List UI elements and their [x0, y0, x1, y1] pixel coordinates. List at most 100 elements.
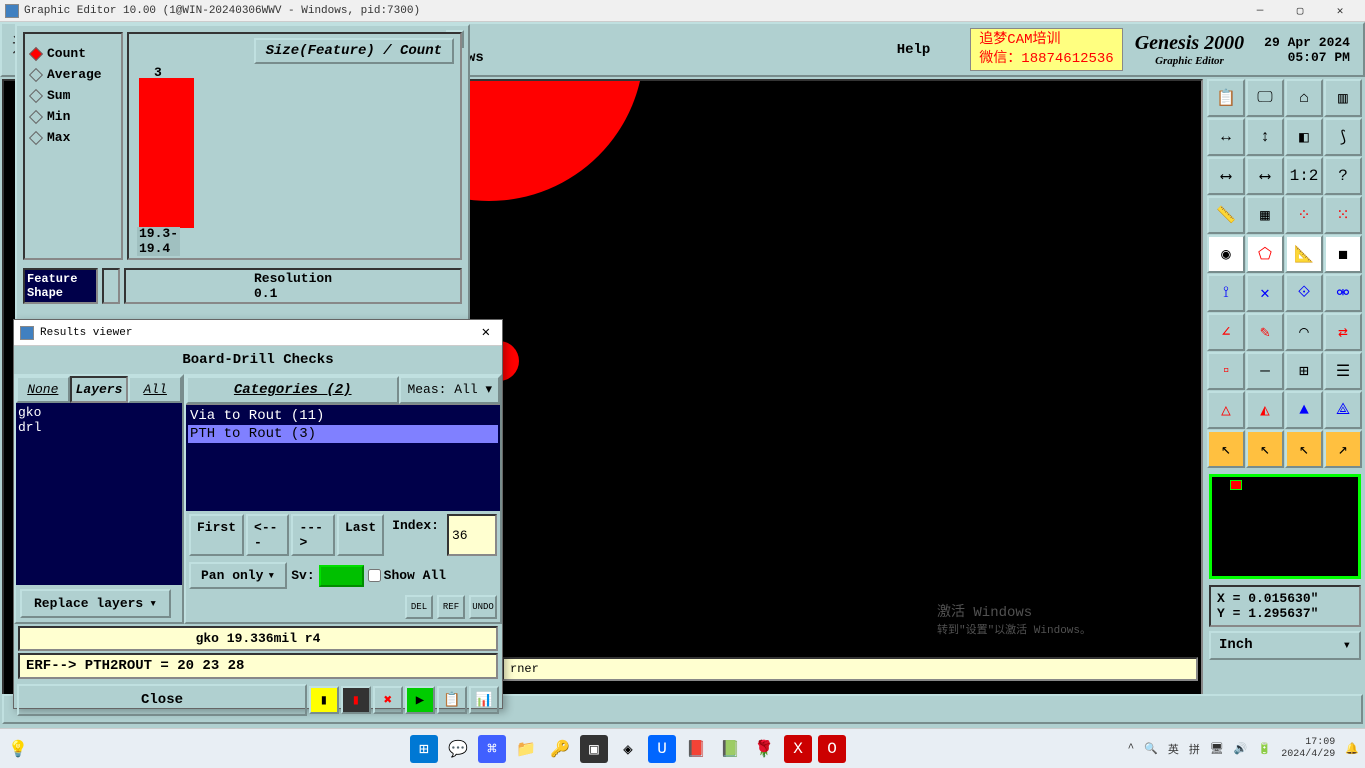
ref-button[interactable]: REF [437, 595, 465, 619]
taskbar-flower-icon[interactable]: 🌹 [750, 735, 778, 763]
menu-help[interactable]: Help [897, 42, 931, 58]
tool-home-icon[interactable]: ⌂ [1285, 79, 1323, 117]
radio-average[interactable]: Average [31, 67, 115, 82]
sv-toggle[interactable] [319, 565, 364, 587]
tool-dots2-icon[interactable]: ⁙ [1324, 196, 1362, 234]
system-tray[interactable]: ^ 🔍 英 拼 🖥 🔊 🔋 17:09 2024/4/29 🔔 [1128, 737, 1359, 761]
replace-layers-button[interactable]: Replace layers▾ [20, 589, 171, 618]
tool-angle-icon[interactable]: ∠ [1207, 313, 1245, 351]
feature-selector[interactable]: Feature Shape [23, 268, 98, 304]
taskbar-u-icon[interactable]: U [648, 735, 676, 763]
taskbar-terminal-icon[interactable]: ▣ [580, 735, 608, 763]
tool-arrow2-icon[interactable]: ↖ [1246, 430, 1284, 468]
tool-screen-icon[interactable]: 🖵 [1246, 79, 1284, 117]
taskbar-wechat-icon[interactable]: 💬 [444, 735, 472, 763]
results-close-x[interactable]: ✕ [476, 324, 496, 341]
tool-split-icon[interactable]: ⚮ [1324, 274, 1362, 312]
histogram-chart[interactable]: Size(Feature) / Count 3 19.3- 19.4 [127, 32, 462, 260]
tray-notification-icon[interactable]: 🔔 [1345, 742, 1359, 756]
tool-area-icon[interactable]: ◧ [1285, 118, 1323, 156]
pan-only-button[interactable]: Pan only▾ [189, 562, 287, 589]
tool-grid-icon[interactable]: ▦ [1246, 196, 1284, 234]
footer-icon-6[interactable]: 📊 [469, 686, 499, 714]
taskbar-clock[interactable]: 17:09 2024/4/29 [1281, 737, 1335, 761]
tool-ruler-icon[interactable]: 📐 [1285, 235, 1323, 273]
tool-height-icon[interactable]: ⟷ [1246, 157, 1284, 195]
unit-selector[interactable]: Inch▾ [1209, 631, 1361, 660]
maximize-button[interactable]: ▢ [1280, 1, 1320, 21]
taskbar-app1-icon[interactable]: ⌘ [478, 735, 506, 763]
tool-fit-v-icon[interactable]: ↕ [1246, 118, 1284, 156]
radio-max[interactable]: Max [31, 130, 115, 145]
tool-tri1-icon[interactable]: △ [1207, 391, 1245, 429]
start-hint-icon[interactable]: 💡 [6, 737, 30, 761]
tool-solid-icon[interactable]: ◼ [1324, 235, 1362, 273]
tool-fit-h-icon[interactable]: ↔ [1207, 118, 1245, 156]
category-list[interactable]: Via to Rout (11) PTH to Rout (3) [186, 405, 500, 511]
taskbar-excel-icon[interactable]: 📗 [716, 735, 744, 763]
minimap[interactable] [1209, 474, 1361, 579]
tool-question-icon[interactable]: ? [1324, 157, 1362, 195]
footer-icon-4[interactable]: ▶ [405, 686, 435, 714]
tool-s-icon[interactable]: ⟆ [1324, 118, 1362, 156]
tool-dots-icon[interactable]: ⁘ [1285, 196, 1323, 234]
tool-measure-icon[interactable]: 📏 [1207, 196, 1245, 234]
tool-tri2-icon[interactable]: ◭ [1246, 391, 1284, 429]
layers-button[interactable]: Layers [70, 376, 129, 403]
close-button[interactable]: Close [17, 684, 307, 716]
footer-icon-2[interactable]: ▮ [341, 686, 371, 714]
tool-link-icon[interactable]: ⟐ [1285, 274, 1323, 312]
tool-tri3-icon[interactable]: ▲ [1285, 391, 1323, 429]
taskbar-app2-icon[interactable]: ◈ [614, 735, 642, 763]
none-button[interactable]: None [16, 376, 70, 403]
del-button[interactable]: DEL [405, 595, 433, 619]
taskbar-explorer-icon[interactable]: 📁 [512, 735, 540, 763]
close-button[interactable]: ✕ [1320, 1, 1360, 21]
first-button[interactable]: First [189, 514, 244, 556]
tool-flip-icon[interactable]: ⇄ [1324, 313, 1362, 351]
footer-icon-3[interactable]: ✖ [373, 686, 403, 714]
tool-arrow3-icon[interactable]: ↖ [1285, 430, 1323, 468]
tool-1to2-icon[interactable]: 1:2 [1285, 157, 1323, 195]
taskbar-x-icon[interactable]: X [784, 735, 812, 763]
tool-connect-icon[interactable]: ⟟ [1207, 274, 1245, 312]
tool-layer-icon[interactable]: ☰ [1324, 352, 1362, 390]
taskbar-pdf-icon[interactable]: 📕 [682, 735, 710, 763]
categories-button[interactable]: Categories (2) [186, 376, 399, 404]
tool-line-icon[interactable]: — [1246, 352, 1284, 390]
windows-taskbar[interactable]: 💡 ⊞ 💬 ⌘ 📁 🔑 ▣ ◈ U 📕 📗 🌹 X O ^ 🔍 英 拼 🖥 🔊 … [0, 728, 1365, 768]
tool-arrow1-icon[interactable]: ↖ [1207, 430, 1245, 468]
footer-icon-1[interactable]: ▮ [309, 686, 339, 714]
tray-volume-icon[interactable]: 🔊 [1234, 742, 1248, 756]
tool-edit-icon[interactable]: ✎ [1246, 313, 1284, 351]
tool-x-icon[interactable]: ✕ [1246, 274, 1284, 312]
start-button[interactable]: ⊞ [410, 735, 438, 763]
tool-clipboard-icon[interactable]: 📋 [1207, 79, 1245, 117]
tool-circle-icon[interactable]: ◉ [1207, 235, 1245, 273]
tool-tri4-icon[interactable]: ⟁ [1324, 391, 1362, 429]
tray-display-icon[interactable]: 🖥 [1210, 742, 1224, 756]
results-titlebar[interactable]: Results viewer ✕ [14, 320, 502, 346]
tool-arc-icon[interactable]: ◠ [1285, 313, 1323, 351]
tool-square-icon[interactable]: ▫ [1207, 352, 1245, 390]
undo-button[interactable]: UNDO [469, 595, 497, 619]
tool-width-icon[interactable]: ⟷ [1207, 157, 1245, 195]
taskbar-o-icon[interactable]: O [818, 735, 846, 763]
show-all-checkbox[interactable]: Show All [368, 568, 446, 583]
tool-arrow4-icon[interactable]: ↗ [1324, 430, 1362, 468]
prev-button[interactable]: <--- [246, 514, 289, 556]
radio-min[interactable]: Min [31, 109, 115, 124]
radio-count[interactable]: Count [31, 46, 115, 61]
footer-icon-5[interactable]: 📋 [437, 686, 467, 714]
tool-poly-icon[interactable]: ⬠ [1246, 235, 1284, 273]
tool-columns-icon[interactable]: ▥ [1324, 79, 1362, 117]
radio-sum[interactable]: Sum [31, 88, 115, 103]
tray-battery-icon[interactable]: 🔋 [1258, 742, 1272, 756]
last-button[interactable]: Last [337, 514, 384, 556]
tool-snap-icon[interactable]: ⊞ [1285, 352, 1323, 390]
index-input[interactable] [447, 514, 497, 556]
minimize-button[interactable]: — [1240, 1, 1280, 21]
all-button[interactable]: All [128, 376, 182, 403]
taskbar-keys-icon[interactable]: 🔑 [546, 735, 574, 763]
next-button[interactable]: ---> [291, 514, 334, 556]
